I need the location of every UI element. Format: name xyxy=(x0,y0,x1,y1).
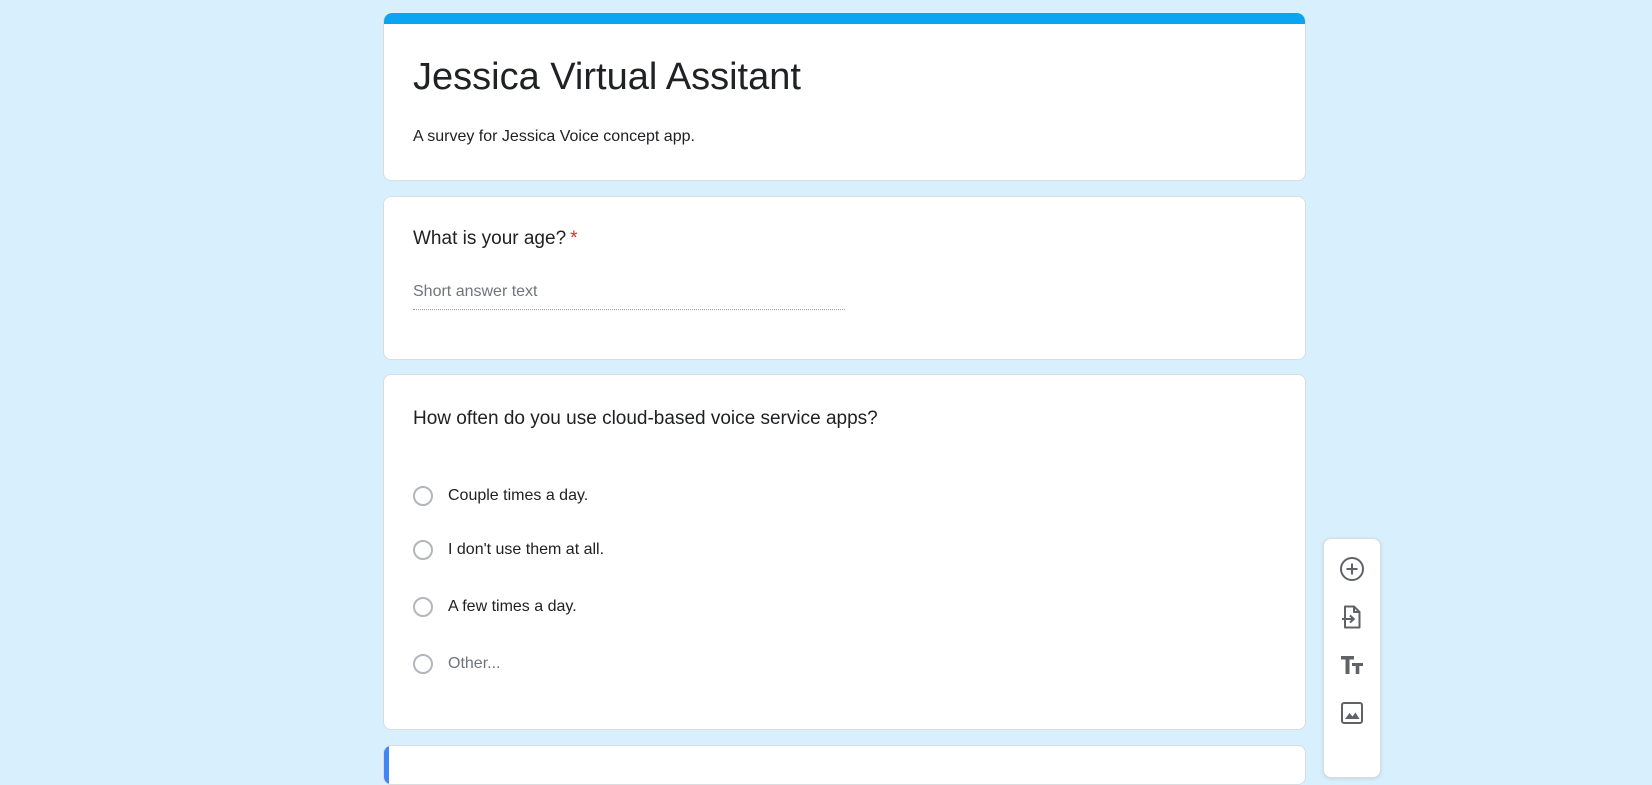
radio-button[interactable] xyxy=(413,486,433,506)
import-question-icon xyxy=(1339,604,1365,630)
add-image-button[interactable] xyxy=(1335,696,1369,730)
question-title-text: What is your age? xyxy=(413,228,567,249)
choice-option-label: A few times a day. xyxy=(448,598,577,615)
other-option-label: Other... xyxy=(448,655,501,672)
choice-option[interactable]: Couple times a day. xyxy=(413,484,588,508)
header-accent-bar xyxy=(384,13,1305,24)
add-circle-icon xyxy=(1339,556,1365,582)
active-card-indicator xyxy=(384,746,389,784)
required-asterisk: * xyxy=(570,228,578,249)
choice-option-label: Couple times a day. xyxy=(448,487,589,504)
question-card-voice-usage[interactable]: How often do you use cloud-based voice s… xyxy=(383,374,1306,730)
import-questions-button[interactable] xyxy=(1335,600,1369,634)
image-icon xyxy=(1339,700,1365,726)
radio-button[interactable] xyxy=(413,654,433,674)
floating-toolbar xyxy=(1323,538,1381,778)
question-title: What is your age? * xyxy=(413,225,578,253)
form-header-card: Jessica Virtual Assitant A survey for Je… xyxy=(383,13,1306,181)
question-title: How often do you use cloud-based voice s… xyxy=(413,408,878,429)
short-answer-field[interactable]: Short answer text xyxy=(413,279,845,310)
choice-option[interactable]: A few times a day. xyxy=(413,595,577,619)
title-text-icon xyxy=(1339,652,1365,678)
question-card-age[interactable]: What is your age? * Short answer text xyxy=(383,196,1306,360)
form-title[interactable]: Jessica Virtual Assitant xyxy=(413,53,801,101)
choice-option-label: I don't use them at all. xyxy=(448,541,605,558)
radio-button[interactable] xyxy=(413,597,433,617)
add-question-button[interactable] xyxy=(1335,552,1369,586)
next-question-card[interactable] xyxy=(383,745,1306,785)
choice-option-other[interactable]: Other... xyxy=(413,652,500,676)
form-description[interactable]: A survey for Jessica Voice concept app. xyxy=(413,125,695,149)
radio-button[interactable] xyxy=(413,540,433,560)
choice-option[interactable]: I don't use them at all. xyxy=(413,538,604,562)
add-title-description-button[interactable] xyxy=(1335,648,1369,682)
